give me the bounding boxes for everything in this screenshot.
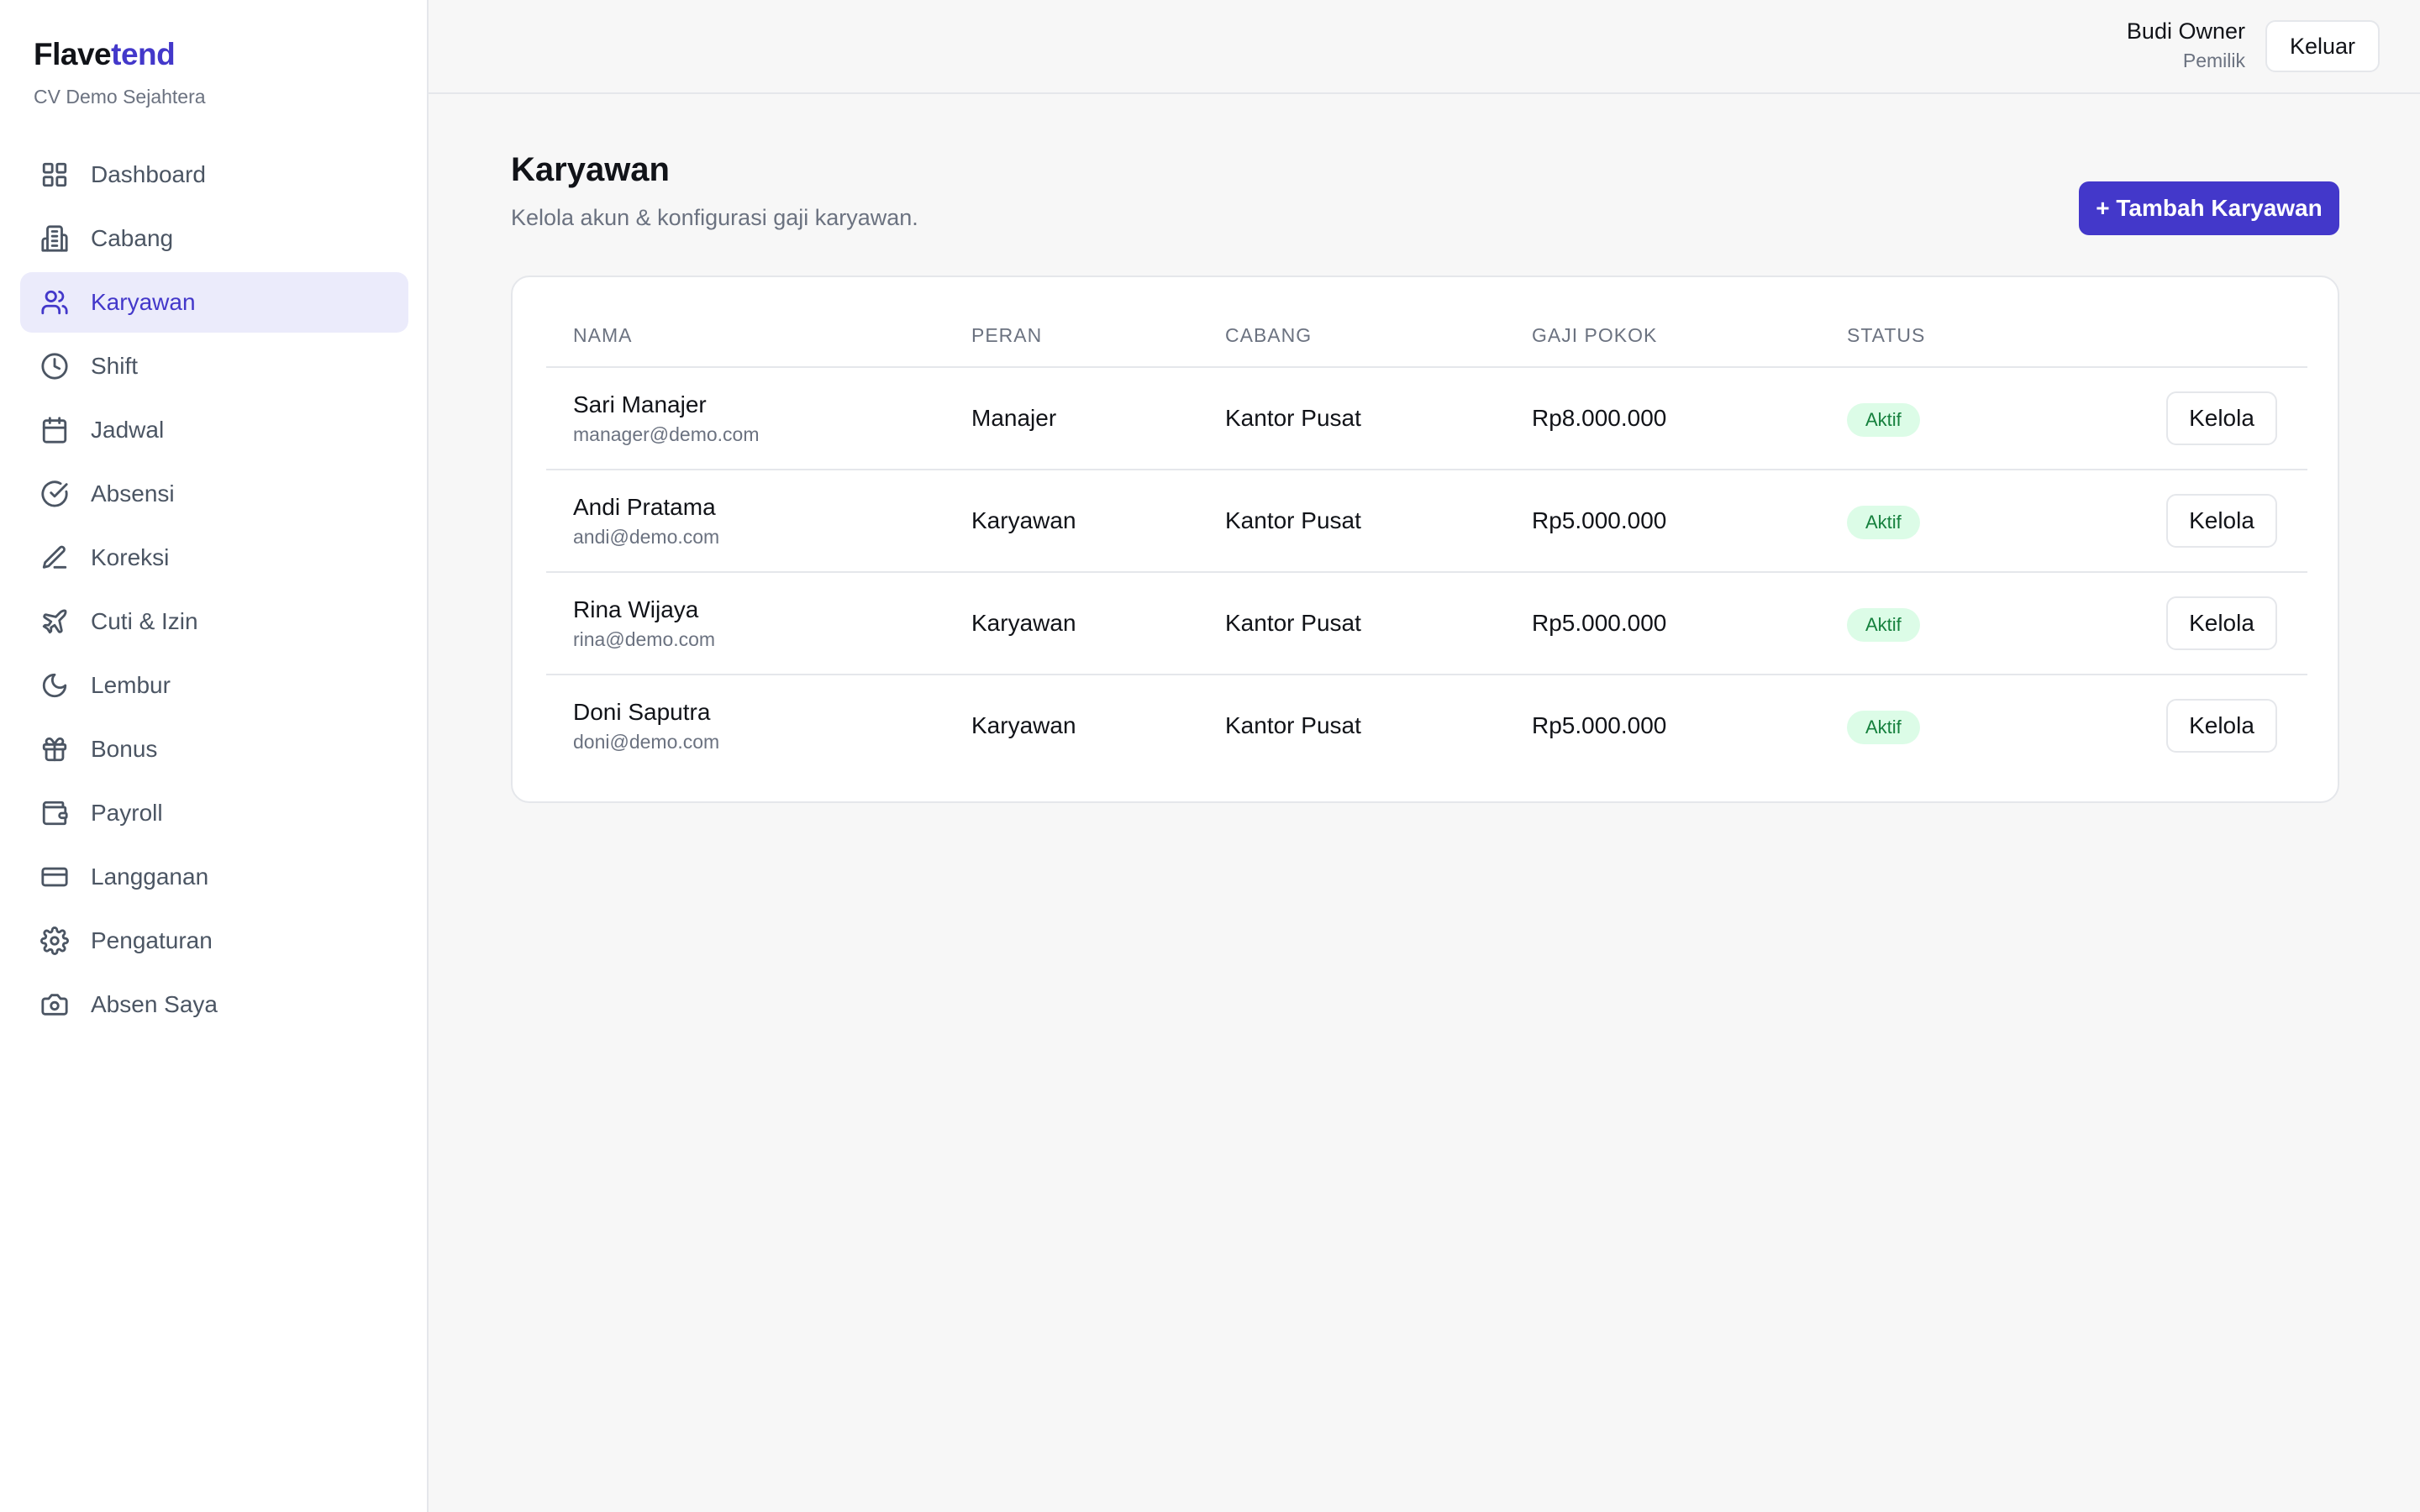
user-name: Budi Owner [2126, 18, 2245, 44]
employee-salary: Rp5.000.000 [1532, 712, 1667, 738]
employee-role: Karyawan [971, 610, 1076, 636]
sidebar-item-label: Karyawan [91, 289, 196, 315]
manage-button[interactable]: Kelola [2166, 494, 2277, 548]
users-icon [40, 288, 69, 317]
status-badge: Aktif [1847, 608, 1920, 642]
grid-icon [40, 160, 69, 189]
employee-branch: Kantor Pusat [1225, 712, 1361, 738]
sidebar-item-pengaturan[interactable]: Pengaturan [20, 911, 408, 971]
sidebar-item-label: Absensi [91, 480, 175, 507]
column-header-branch: CABANG [1225, 324, 1313, 346]
column-header-role: PERAN [971, 324, 1043, 346]
status-badge: Aktif [1847, 711, 1920, 744]
employee-email: doni@demo.com [573, 731, 720, 753]
sidebar-item-payroll[interactable]: Payroll [20, 783, 408, 843]
sidebar-item-label: Jadwal [91, 417, 165, 443]
sidebar-item-lembur[interactable]: Lembur [20, 655, 408, 716]
status-badge: Aktif [1847, 403, 1920, 437]
employee-table: NAMA PERAN CABANG GAJI POKOK STATUS Sari… [511, 276, 2339, 803]
sidebar-item-cabang[interactable]: Cabang [20, 208, 408, 269]
sidebar-item-dashboard[interactable]: Dashboard [20, 144, 408, 205]
sidebar-item-label: Cabang [91, 225, 174, 251]
sidebar-nav: Dashboard Cabang Karyawan Shift Jadwal A… [20, 144, 408, 1038]
brand-logo-part2: tend [111, 37, 176, 71]
wallet-icon [40, 799, 69, 827]
check-circle-icon [40, 480, 69, 508]
page-title: Karyawan [511, 151, 670, 188]
building-icon [40, 224, 69, 253]
moon-icon [40, 671, 69, 700]
credit-card-icon [40, 863, 69, 891]
brand-logo-part1: Flave [34, 37, 112, 71]
sidebar-item-bonus[interactable]: Bonus [20, 719, 408, 780]
manage-button[interactable]: Kelola [2166, 699, 2277, 753]
column-header-salary: GAJI POKOK [1532, 324, 1658, 346]
sidebar-item-shift[interactable]: Shift [20, 336, 408, 396]
logout-button[interactable]: Keluar [2265, 20, 2380, 72]
sidebar-item-karyawan[interactable]: Karyawan [20, 272, 408, 333]
sidebar-item-jadwal[interactable]: Jadwal [20, 400, 408, 460]
sidebar-item-label: Cuti & Izin [91, 608, 198, 634]
employee-branch: Kantor Pusat [1225, 405, 1361, 431]
status-badge: Aktif [1847, 506, 1920, 539]
sidebar: Flavetend CV Demo Sejahtera Dashboard Ca… [0, 0, 429, 1512]
table-row: Andi Pratama andi@demo.com Karyawan Kant… [546, 470, 2307, 573]
employee-email: rina@demo.com [573, 628, 716, 650]
table-header: NAMA PERAN CABANG GAJI POKOK STATUS [546, 277, 2307, 368]
sidebar-item-cuti-izin[interactable]: Cuti & Izin [20, 591, 408, 652]
employee-branch: Kantor Pusat [1225, 507, 1361, 533]
column-header-status: STATUS [1847, 324, 1926, 346]
employee-role: Karyawan [971, 712, 1076, 738]
add-employee-button[interactable]: + Tambah Karyawan [2079, 181, 2339, 235]
sidebar-item-label: Shift [91, 353, 139, 379]
pencil-icon [40, 543, 69, 572]
employee-name: Andi Pratama [573, 494, 716, 520]
page-subtitle: Kelola akun & konfigurasi gaji karyawan. [511, 205, 918, 230]
user-info: Budi Owner Pemilik [2127, 18, 2245, 72]
sidebar-item-label: Bonus [91, 736, 158, 762]
sidebar-item-label: Lembur [91, 672, 171, 698]
calendar-icon [40, 416, 69, 444]
employee-salary: Rp8.000.000 [1532, 405, 1667, 431]
camera-icon [40, 990, 69, 1019]
sidebar-item-label: Absen Saya [91, 991, 218, 1017]
topbar: Budi Owner Pemilik Keluar [429, 0, 2420, 94]
employee-branch: Kantor Pusat [1225, 610, 1361, 636]
table-row: Rina Wijaya rina@demo.com Karyawan Kanto… [546, 573, 2307, 675]
gear-icon [40, 927, 69, 955]
clock-icon [40, 352, 69, 381]
sidebar-item-label: Langganan [91, 864, 209, 890]
employee-name: Doni Saputra [573, 699, 711, 725]
employee-name: Sari Manajer [573, 391, 707, 417]
table-row: Doni Saputra doni@demo.com Karyawan Kant… [546, 675, 2307, 778]
sidebar-item-absen-saya[interactable]: Absen Saya [20, 974, 408, 1035]
sidebar-item-koreksi[interactable]: Koreksi [20, 528, 408, 588]
sidebar-item-label: Payroll [91, 800, 163, 826]
sidebar-item-absensi[interactable]: Absensi [20, 464, 408, 524]
column-header-name: NAMA [573, 324, 633, 346]
sidebar-item-label: Koreksi [91, 544, 170, 570]
plane-icon [40, 607, 69, 636]
sidebar-item-label: Dashboard [91, 161, 206, 187]
brand-logo[interactable]: Flavetend [34, 37, 176, 72]
table-row: Sari Manajer manager@demo.com Manajer Ka… [546, 368, 2307, 470]
manage-button[interactable]: Kelola [2166, 596, 2277, 650]
company-name: CV Demo Sejahtera [34, 86, 206, 108]
sidebar-item-label: Pengaturan [91, 927, 213, 953]
user-role: Pemilik [2182, 50, 2245, 71]
gift-icon [40, 735, 69, 764]
manage-button[interactable]: Kelola [2166, 391, 2277, 445]
employee-role: Manajer [971, 405, 1057, 431]
employee-role: Karyawan [971, 507, 1076, 533]
employee-email: manager@demo.com [573, 423, 760, 445]
employee-salary: Rp5.000.000 [1532, 610, 1667, 636]
sidebar-item-langganan[interactable]: Langganan [20, 847, 408, 907]
employee-email: andi@demo.com [573, 526, 720, 548]
employee-salary: Rp5.000.000 [1532, 507, 1667, 533]
employee-name: Rina Wijaya [573, 596, 699, 622]
